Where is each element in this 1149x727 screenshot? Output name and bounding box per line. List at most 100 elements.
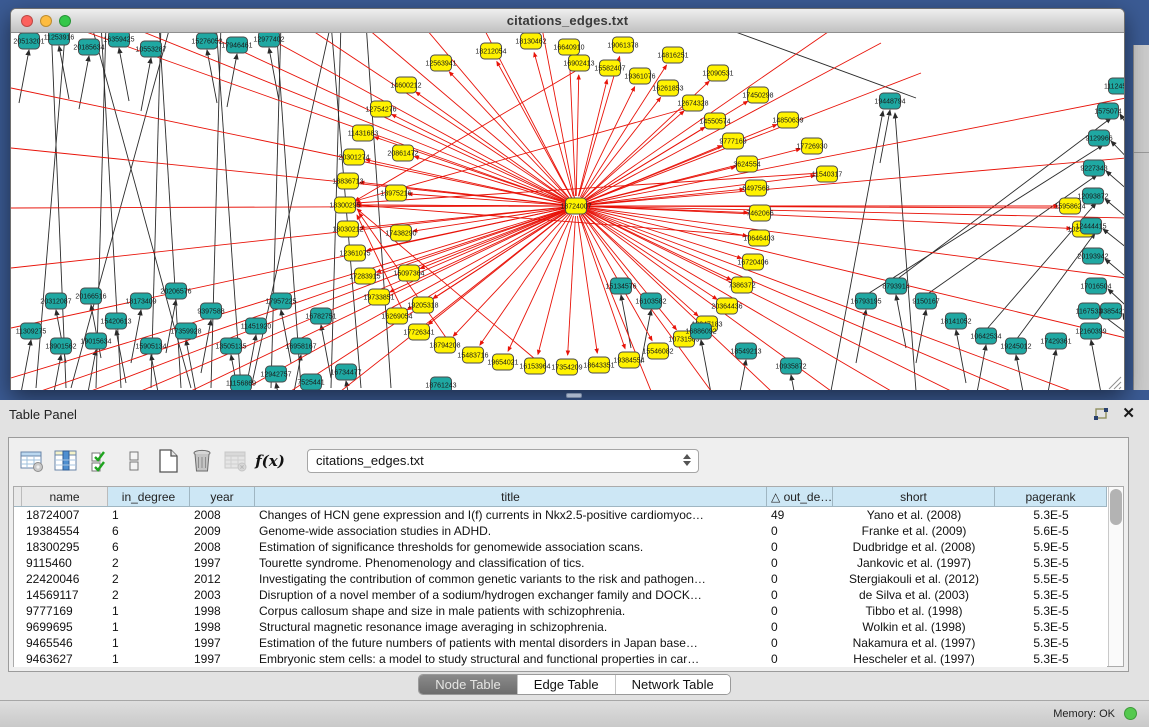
table-row[interactable]: 977716911998Corpus callosum shape and si… xyxy=(14,603,1107,619)
row-height-icon[interactable] xyxy=(119,446,149,476)
zoom-window-icon[interactable] xyxy=(59,15,71,27)
network-node[interactable]: 15582407 xyxy=(594,60,625,76)
network-node[interactable]: 11540317 xyxy=(812,166,843,182)
network-node[interactable]: 19061378 xyxy=(607,37,638,53)
minimize-window-icon[interactable] xyxy=(40,15,52,27)
panel-splitter[interactable] xyxy=(0,390,1149,400)
network-node[interactable]: 9777169 xyxy=(719,133,746,149)
network-node[interactable]: 16720406 xyxy=(737,254,768,270)
network-node[interactable]: 16640910 xyxy=(553,39,584,55)
network-node[interactable]: 19733851 xyxy=(363,289,394,305)
column-header-title[interactable]: title xyxy=(255,487,767,506)
network-node[interactable]: 18794208 xyxy=(429,337,460,353)
network-node[interactable]: 10646403 xyxy=(743,230,774,246)
resize-grip-icon[interactable] xyxy=(1109,377,1121,389)
network-node[interactable]: 15134576 xyxy=(605,278,636,294)
table-row[interactable]: 1872400712008Changes of HCN gene express… xyxy=(14,507,1107,523)
column-header-in_degree[interactable]: in_degree xyxy=(108,487,190,506)
network-node[interactable]: 11253916 xyxy=(44,33,75,45)
network-node[interactable]: 12160399 xyxy=(1075,323,1106,339)
network-node[interactable]: 8793914 xyxy=(882,278,909,294)
close-window-icon[interactable] xyxy=(21,15,33,27)
column-header-name[interactable]: name xyxy=(22,487,108,506)
network-node[interactable]: 9227343 xyxy=(1080,160,1107,176)
column-header-gutter[interactable] xyxy=(14,487,22,506)
scrollbar-thumb[interactable] xyxy=(1110,489,1122,525)
network-node[interactable]: 18130462 xyxy=(515,33,546,49)
close-panel-icon[interactable]: ✕ xyxy=(1122,404,1135,422)
network-node[interactable]: 18643351 xyxy=(583,357,614,373)
tab-network-table[interactable]: Network Table xyxy=(616,675,730,694)
network-node[interactable]: 17946461 xyxy=(221,37,252,53)
network-node[interactable]: 20185634 xyxy=(73,39,104,55)
network-node[interactable]: 16793195 xyxy=(850,293,881,309)
network-node[interactable]: 17450298 xyxy=(742,87,773,103)
table-row[interactable]: 1456911722003Disruption of a novel membe… xyxy=(14,587,1107,603)
table-mode-icon[interactable] xyxy=(17,446,47,476)
network-node[interactable]: 15420613 xyxy=(100,313,131,329)
network-node[interactable]: 9397588 xyxy=(197,303,224,319)
network-node[interactable]: 16782751 xyxy=(305,308,336,324)
network-node[interactable]: 14816251 xyxy=(657,47,688,63)
network-node[interactable]: 20312087 xyxy=(40,293,71,309)
network-node[interactable]: 17438290 xyxy=(385,225,416,241)
network-node[interactable]: 6497568 xyxy=(742,180,769,196)
network-node[interactable]: 20513201 xyxy=(13,33,44,49)
splitter-handle[interactable] xyxy=(566,393,582,398)
column-header-pagerank[interactable]: pagerank xyxy=(995,487,1107,506)
function-builder-icon[interactable]: f(x) xyxy=(255,446,285,476)
network-node[interactable]: 14550574 xyxy=(699,113,730,129)
network-node[interactable]: 11156869 xyxy=(226,375,256,390)
network-node[interactable]: 18300295 xyxy=(329,197,360,213)
network-node[interactable]: 19654021 xyxy=(487,354,518,370)
delete-table-icon[interactable] xyxy=(221,446,251,476)
table-row[interactable]: 911546021997Tourette syndrome. Phenomeno… xyxy=(14,555,1107,571)
network-node[interactable]: 1575074 xyxy=(1094,103,1121,119)
table-row[interactable]: 2242004622012Investigating the contribut… xyxy=(14,571,1107,587)
network-node[interactable]: 16103582 xyxy=(635,293,666,309)
network-node[interactable]: 1167533 xyxy=(1076,303,1103,319)
network-node[interactable]: 16902413 xyxy=(563,55,594,71)
network-node[interactable]: 11124579 xyxy=(1104,78,1124,94)
network-window-titlebar[interactable]: citations_edges.txt xyxy=(11,9,1124,33)
network-node[interactable]: 11451920 xyxy=(241,318,272,334)
delete-column-icon[interactable] xyxy=(187,446,217,476)
table-row[interactable]: 946554611997Estimation of the future num… xyxy=(14,635,1107,651)
network-node[interactable]: 19361076 xyxy=(624,68,655,84)
network-node[interactable]: 18761243 xyxy=(425,377,456,390)
network-node[interactable]: 9129966 xyxy=(1085,130,1112,146)
network-node[interactable]: 9150167 xyxy=(912,293,939,309)
network-node[interactable]: 17354209 xyxy=(551,359,582,375)
network-node[interactable]: 18173409 xyxy=(125,293,156,309)
network-node[interactable]: 10642534 xyxy=(970,328,1001,344)
network-node[interactable]: 17016504 xyxy=(1080,278,1111,294)
column-header-out_de…[interactable]: △ out_de… xyxy=(767,487,833,506)
network-node[interactable]: 12942757 xyxy=(260,366,291,382)
network-node[interactable]: 14850639 xyxy=(772,112,803,128)
network-node[interactable]: 13505135 xyxy=(215,338,246,354)
network-node[interactable]: 15905134 xyxy=(135,338,166,354)
table-row[interactable]: 969969511998Structural magnetic resonanc… xyxy=(14,619,1107,635)
network-canvas[interactable]: 1821205412563941146002121275427611431683… xyxy=(11,33,1124,390)
network-node[interactable]: 19205318 xyxy=(407,297,438,313)
network-node[interactable]: 7525441 xyxy=(297,374,324,390)
network-node[interactable]: 15483716 xyxy=(457,347,488,363)
network-node[interactable]: 12563941 xyxy=(425,55,456,71)
select-columns-icon[interactable] xyxy=(85,446,115,476)
network-node[interactable]: 13901562 xyxy=(45,338,76,354)
network-node[interactable]: 20364436 xyxy=(711,298,742,314)
network-node[interactable]: 20166516 xyxy=(75,288,106,304)
network-node[interactable]: 18141052 xyxy=(940,313,971,329)
column-header-short[interactable]: short xyxy=(833,487,995,506)
network-node[interactable]: 20206576 xyxy=(160,283,191,299)
network-node[interactable]: 17429361 xyxy=(1040,333,1071,349)
new-column-icon[interactable] xyxy=(153,446,183,476)
network-node[interactable]: 16359425 xyxy=(103,33,134,47)
network-node[interactable]: 12090531 xyxy=(702,65,733,81)
show-column-icon[interactable] xyxy=(51,446,81,476)
tab-edge-table[interactable]: Edge Table xyxy=(518,675,616,694)
table-selector-dropdown[interactable]: citations_edges.txt xyxy=(307,449,699,473)
network-node[interactable]: 16734477 xyxy=(330,364,361,380)
network-node[interactable]: 20861472 xyxy=(387,145,418,161)
network-node[interactable]: 12361075 xyxy=(339,245,370,261)
